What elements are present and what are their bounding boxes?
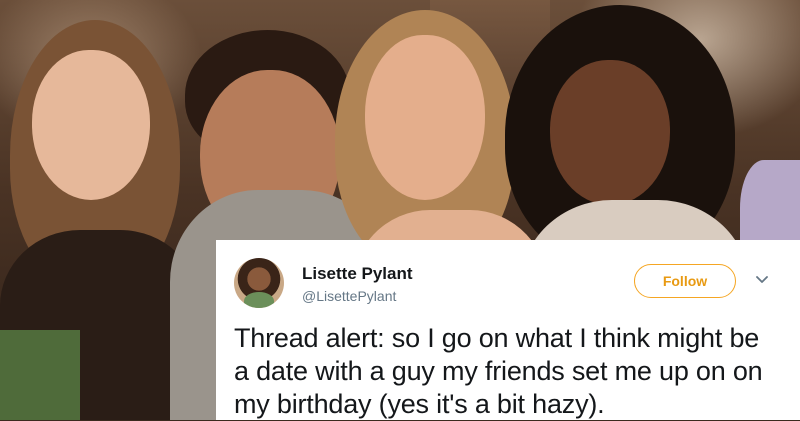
avatar[interactable] — [234, 258, 284, 308]
author-name[interactable]: Lisette Pylant — [302, 264, 413, 284]
tweet-text: Thread alert: so I go on what I think mi… — [234, 323, 763, 419]
chevron-down-icon-svg — [756, 276, 768, 283]
tweet-card: Lisette Pylant @LisettePylant Follow Thr… — [216, 240, 800, 420]
tweet-header: Lisette Pylant @LisettePylant Follow — [234, 258, 780, 314]
author-handle[interactable]: @LisettePylant — [302, 288, 396, 304]
follow-button[interactable]: Follow — [634, 264, 736, 298]
chevron-down-icon[interactable] — [754, 272, 770, 288]
